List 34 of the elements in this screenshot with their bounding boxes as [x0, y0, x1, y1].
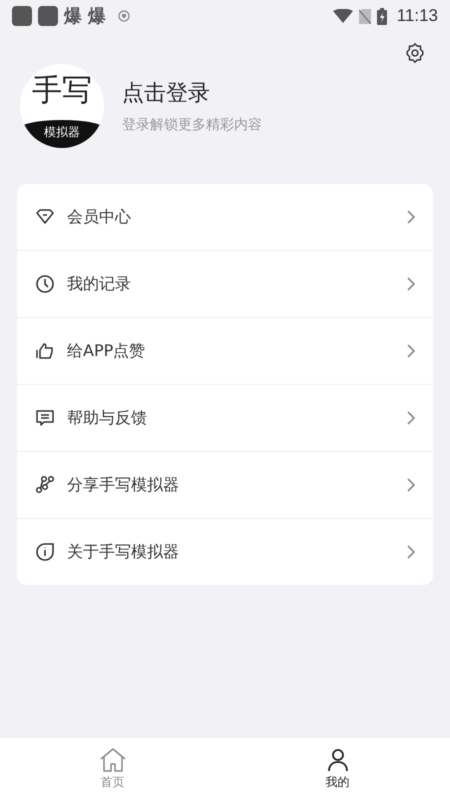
app-logo: 手写 模拟器 [20, 64, 104, 148]
person-icon [326, 748, 350, 772]
notification-glyph: 爆 [88, 5, 106, 28]
login-hint: 登录解锁更多精彩内容 [122, 116, 262, 134]
settings-icon[interactable] [404, 42, 426, 64]
chevron-right-icon [407, 210, 415, 224]
shield-icon [118, 10, 130, 22]
no-sim-icon [358, 8, 371, 24]
thumbs-up-icon [35, 341, 55, 361]
info-icon [35, 542, 55, 562]
app-notification-icon [38, 6, 58, 26]
menu-item[interactable]: 给APP点赞 [17, 317, 433, 384]
tab[interactable]: 我的 [225, 738, 450, 800]
home-icon [98, 748, 126, 772]
chevron-right-icon [407, 545, 415, 559]
login-link[interactable]: 点击登录 [122, 78, 262, 108]
menu-item[interactable]: 帮助与反馈 [17, 384, 433, 451]
chevron-right-icon [407, 478, 415, 492]
menu-item[interactable]: 分享手写模拟器 [17, 451, 433, 518]
battery-icon [376, 8, 387, 24]
menu-item[interactable]: 关于手写模拟器 [17, 518, 433, 585]
clock-time: 11:13 [396, 6, 438, 26]
app-notification-icon [12, 6, 32, 26]
notification-glyph: 爆 [64, 5, 82, 28]
wifi-icon [332, 9, 353, 23]
nodes-icon [35, 475, 55, 495]
menu-item[interactable]: 会员中心 [17, 184, 433, 250]
chevron-right-icon [407, 277, 415, 291]
chevron-right-icon [407, 411, 415, 425]
message-icon [35, 408, 55, 428]
tab[interactable]: 首页 [0, 738, 225, 800]
menu-item[interactable]: 我的记录 [17, 250, 433, 317]
chevron-right-icon [407, 344, 415, 358]
clock-icon [35, 274, 55, 294]
